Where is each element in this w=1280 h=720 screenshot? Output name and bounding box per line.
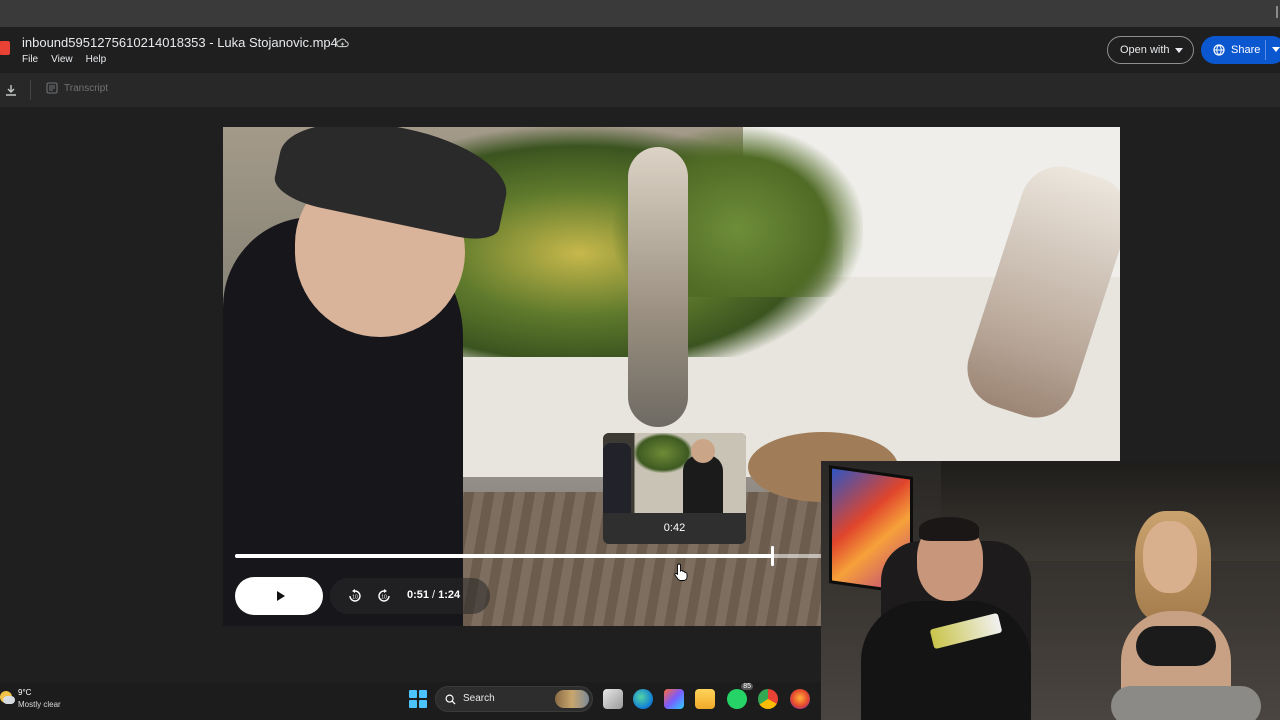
- webcam-man: [861, 601, 1031, 720]
- window-top-strip: [0, 0, 1280, 27]
- seek-preview-time: 0:42: [663, 522, 686, 534]
- windows-start-icon[interactable]: [409, 690, 427, 708]
- hand-cursor-icon: [674, 563, 688, 581]
- video-blurred-arm: [628, 147, 688, 427]
- transcript-icon: [46, 82, 58, 94]
- menu-file[interactable]: File: [22, 54, 38, 65]
- open-with-label: Open with: [1120, 44, 1170, 56]
- video-file-icon: [0, 41, 10, 55]
- search-highlight-image: [555, 690, 589, 708]
- file-title: inbound5951275610214018353 - Luka Stojan…: [22, 35, 338, 50]
- file-explorer-icon[interactable]: [695, 689, 715, 709]
- search-icon: [445, 694, 456, 705]
- menu-help[interactable]: Help: [86, 54, 107, 65]
- rewind-10-icon[interactable]: 10: [347, 588, 363, 604]
- duration: 1:24: [438, 589, 461, 601]
- viewer-toolbar: Transcript: [0, 73, 1280, 107]
- weather-temperature[interactable]: 9°C: [18, 688, 31, 697]
- copilot-icon[interactable]: [664, 689, 684, 709]
- forward-10-icon[interactable]: 10: [376, 588, 392, 604]
- download-icon[interactable]: [4, 83, 18, 97]
- edge-browser-icon[interactable]: [633, 689, 653, 709]
- play-button[interactable]: [235, 577, 323, 615]
- window-edge-marker: [1276, 6, 1278, 18]
- svg-text:10: 10: [352, 595, 358, 601]
- drive-viewer-header: inbound5951275610214018353 - Luka Stojan…: [0, 27, 1280, 73]
- seek-preview-tooltip: 0:42: [603, 433, 746, 544]
- weather-icon[interactable]: [0, 691, 15, 704]
- current-time: 0:51: [407, 589, 430, 601]
- search-label: Search: [463, 693, 495, 704]
- seek-bar-handle[interactable]: [771, 546, 775, 566]
- share-divider: [1265, 40, 1266, 60]
- whatsapp-icon[interactable]: 85: [727, 683, 753, 709]
- streamer-webcam-overlay: [821, 461, 1280, 720]
- taskbar-search[interactable]: Search: [435, 686, 593, 712]
- thumb-figure-body: [683, 455, 723, 513]
- chevron-down-icon: [1175, 48, 1183, 53]
- menu-view[interactable]: View: [51, 54, 73, 65]
- menu-bar: File View Help: [22, 54, 106, 65]
- svg-text:10: 10: [381, 595, 387, 601]
- play-icon: [276, 591, 285, 601]
- share-chevron-down-icon[interactable]: [1272, 47, 1280, 52]
- open-with-button[interactable]: Open with: [1107, 36, 1194, 64]
- webcam-woman-top: [1136, 626, 1216, 666]
- seek-bar-played: [235, 554, 773, 558]
- task-view-icon[interactable]: [603, 689, 623, 709]
- share-button[interactable]: Share: [1201, 36, 1280, 64]
- add-to-drive-icon[interactable]: [336, 36, 349, 49]
- time-display: 0:51/1:24: [407, 589, 460, 601]
- transcript-label: Transcript: [64, 82, 109, 94]
- transcript-button[interactable]: Transcript: [46, 82, 108, 94]
- chrome-icon[interactable]: [758, 689, 778, 709]
- seek-preview-thumbnail: [603, 433, 746, 513]
- share-label: Share: [1231, 44, 1261, 56]
- webcam-woman-head: [1143, 521, 1197, 593]
- firefox-icon[interactable]: [790, 689, 810, 709]
- time-separator: /: [432, 589, 436, 601]
- weather-condition[interactable]: Mostly clear: [18, 700, 61, 709]
- thumb-figure-left: [603, 443, 631, 513]
- whatsapp-badge: 85: [741, 683, 753, 690]
- webcam-man-hair: [919, 517, 979, 541]
- webcam-woman-pants: [1111, 686, 1261, 720]
- toolbar-divider: [30, 80, 31, 100]
- playback-controls: 10 10 0:51/1:24: [330, 578, 490, 614]
- thumb-figure-head: [691, 439, 715, 463]
- globe-icon: [1213, 44, 1225, 56]
